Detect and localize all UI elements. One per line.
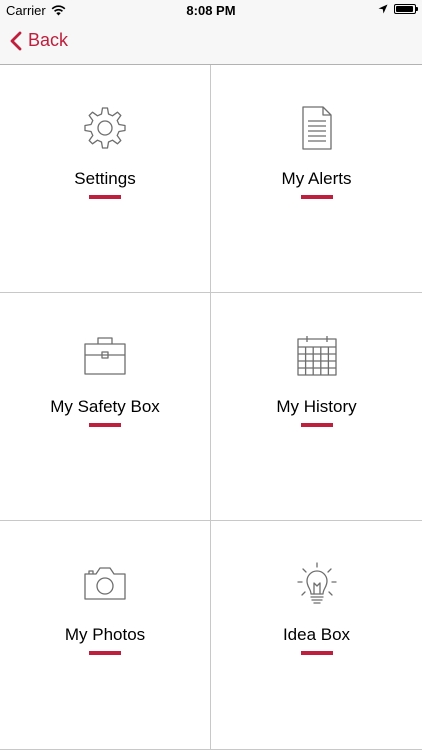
back-button-label: Back	[28, 30, 69, 50]
tile-underline	[300, 651, 333, 655]
tile-underline	[300, 195, 333, 199]
tile-my-alerts[interactable]: My Alerts	[211, 65, 422, 293]
tile-label: Settings	[74, 169, 136, 188]
tile-label: My Safety Box	[50, 397, 160, 416]
back-button[interactable]: Back	[10, 30, 68, 51]
tile-my-photos[interactable]: My Photos	[0, 521, 211, 750]
location-arrow-icon	[378, 4, 388, 14]
tile-label: Idea Box	[282, 625, 351, 644]
status-bar: Carrier 8:08 PM	[0, 0, 422, 20]
toolbox-icon	[84, 337, 126, 375]
camera-icon	[84, 567, 126, 600]
tile-label: My Alerts	[281, 169, 352, 188]
gear-icon	[84, 107, 126, 149]
tile-label: My Photos	[64, 625, 146, 644]
tile-underline	[89, 195, 121, 199]
tile-settings[interactable]: Settings	[0, 65, 211, 293]
tile-my-history[interactable]: My History	[211, 293, 422, 521]
tile-my-safety-box[interactable]: My Safety Box	[0, 293, 211, 521]
tile-underline	[89, 651, 121, 655]
battery-icon	[394, 4, 418, 14]
tile-underline	[89, 423, 121, 427]
battery-fill	[396, 6, 414, 12]
chevron-left-icon	[10, 31, 22, 50]
document-icon	[301, 106, 332, 150]
tile-idea-box[interactable]: Idea Box	[211, 521, 422, 750]
calendar-icon	[296, 336, 337, 376]
status-right	[378, 4, 418, 14]
tile-label: My History	[276, 397, 357, 416]
menu-grid: Settings My Alerts My Safety Box My Hist…	[0, 65, 422, 750]
tile-underline	[300, 423, 333, 427]
navigation-bar: Back	[0, 20, 422, 65]
lightbulb-icon	[296, 562, 337, 604]
status-time: 8:08 PM	[186, 3, 236, 18]
